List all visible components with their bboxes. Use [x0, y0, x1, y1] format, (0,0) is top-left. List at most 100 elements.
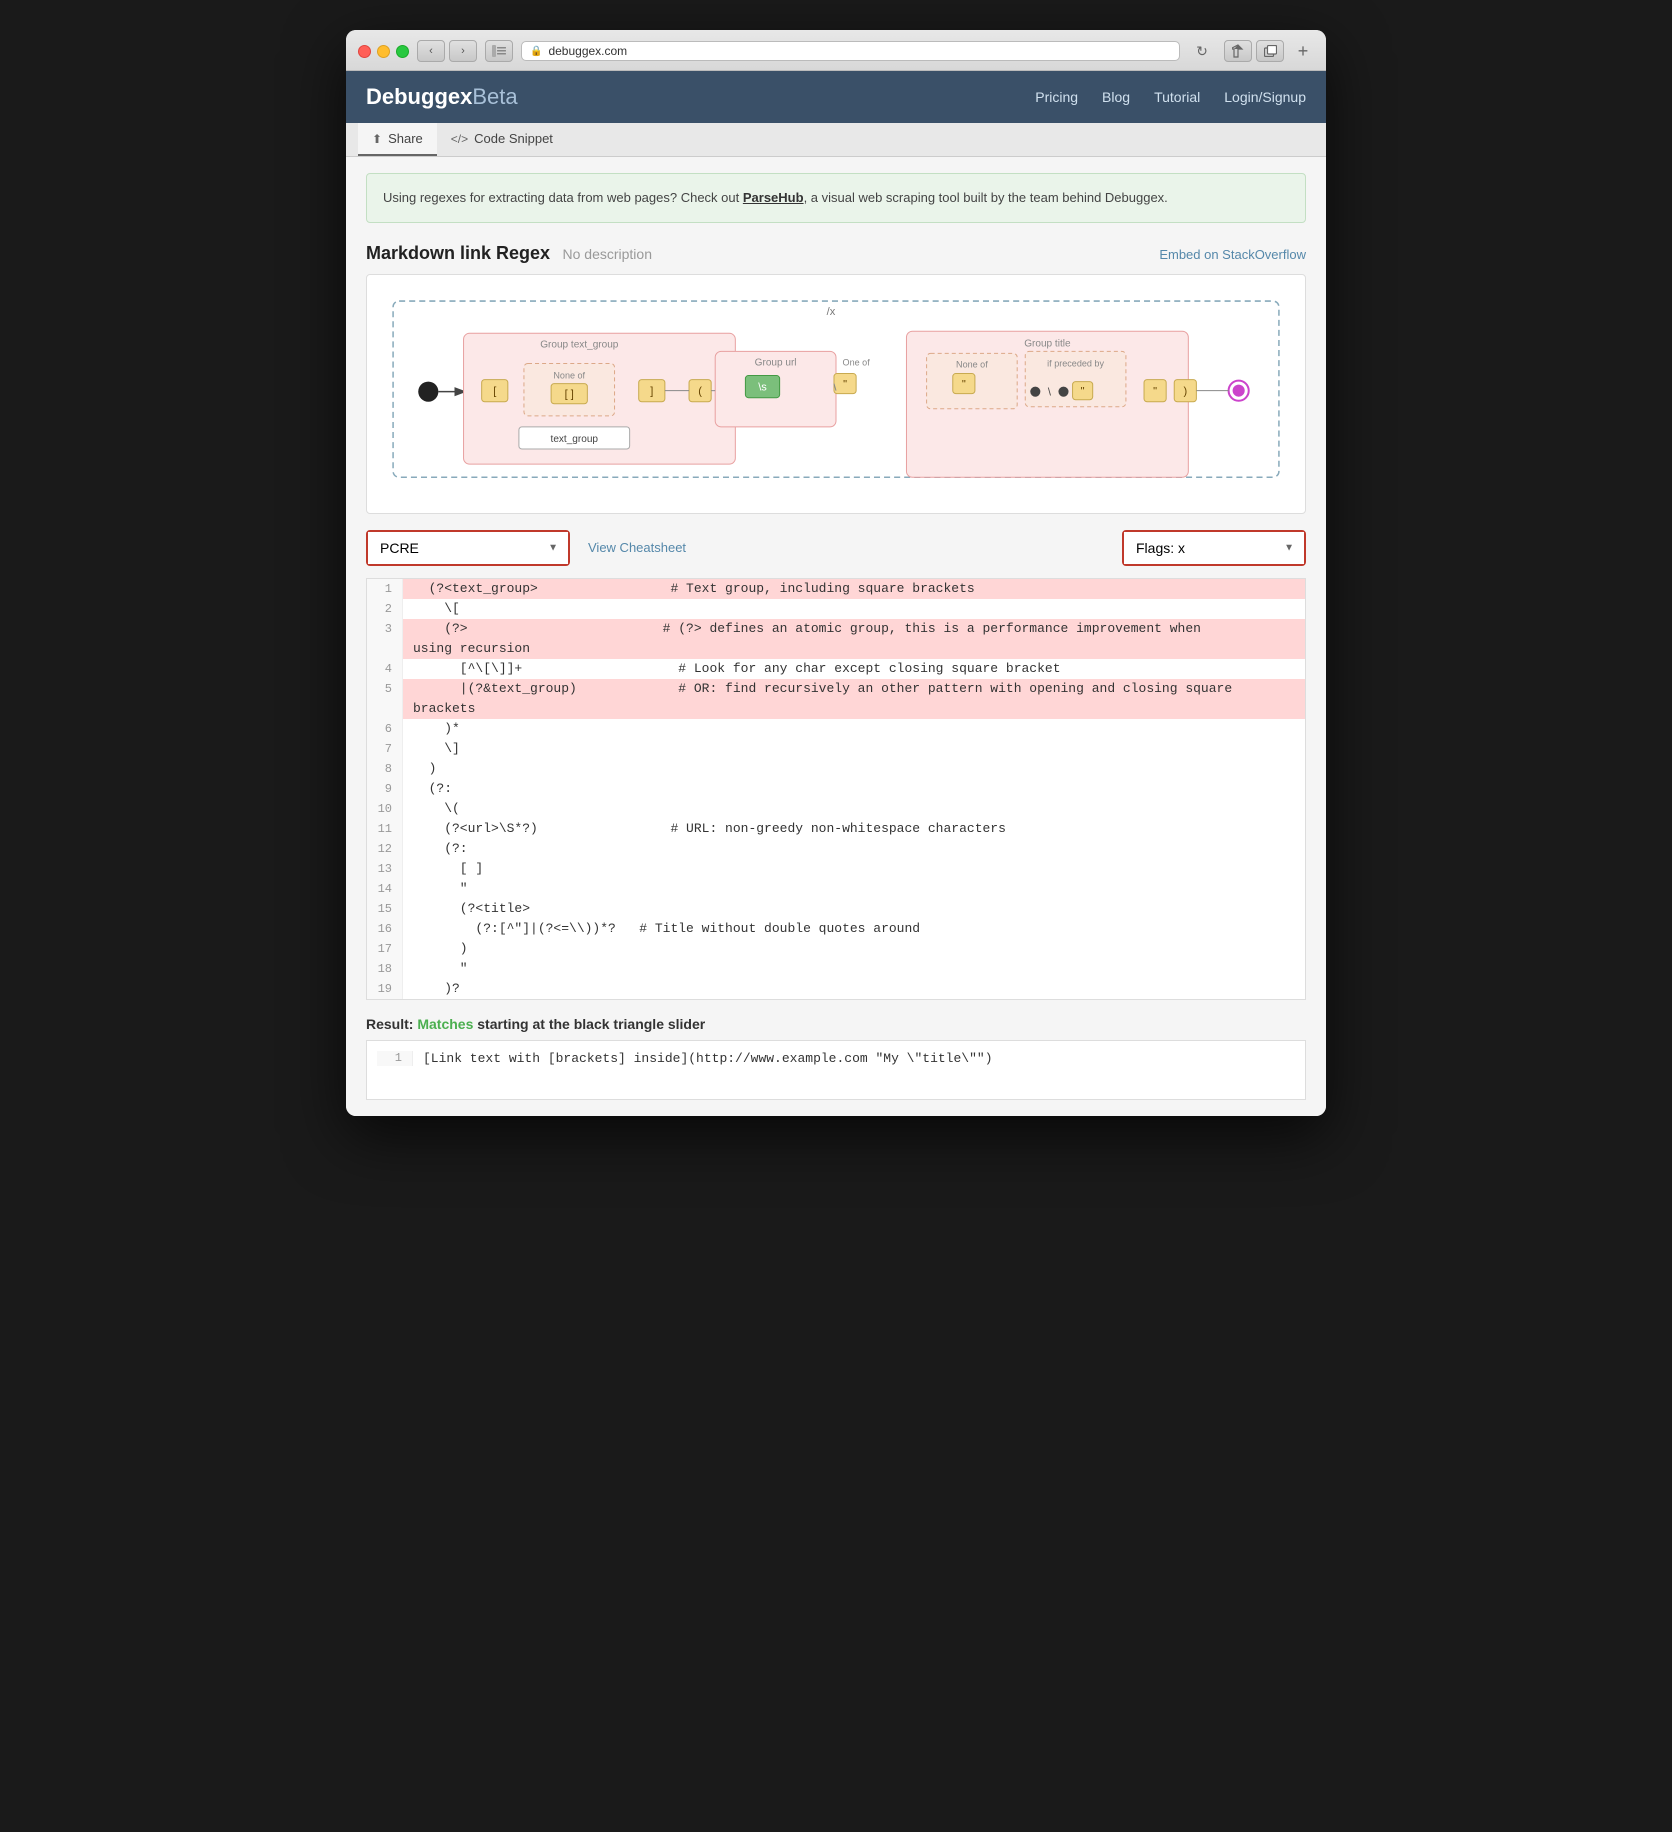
- svg-text:text_group: text_group: [551, 433, 599, 444]
- code-line: 8 ): [367, 759, 1305, 779]
- pcre-select-wrapper: PCRE JavaScript Python ▼: [366, 530, 570, 566]
- line-number: 2: [367, 599, 403, 619]
- line-number: 14: [367, 879, 403, 899]
- lock-icon: 🔒: [530, 46, 542, 57]
- close-button[interactable]: [358, 45, 371, 58]
- minimize-button[interactable]: [377, 45, 390, 58]
- line-number-blank: [367, 699, 403, 719]
- svg-text:": ": [962, 378, 966, 390]
- code-line: 15 (?<title>: [367, 899, 1305, 919]
- browser-chrome: ‹ › 🔒 debuggex.com ↻: [346, 30, 1326, 71]
- svg-text:[ ]: [ ]: [565, 388, 574, 400]
- regex-title: Markdown link Regex: [366, 243, 550, 263]
- line-content: (?<text_group> # Text group, including s…: [403, 579, 1305, 599]
- line-number: 12: [367, 839, 403, 859]
- line-content: [ ]: [403, 859, 1305, 879]
- new-tab-button[interactable]: +: [1292, 40, 1314, 62]
- code-line: 4 [^\[\]]+ # Look for any char except cl…: [367, 659, 1305, 679]
- code-line: 7 \]: [367, 739, 1305, 759]
- share-button[interactable]: [1224, 40, 1252, 62]
- svg-text:Group title: Group title: [1024, 338, 1071, 349]
- banner-text-before: Using regexes for extracting data from w…: [383, 190, 743, 205]
- svg-text:/x: /x: [827, 306, 836, 318]
- line-number: 16: [367, 919, 403, 939]
- banner-text-after: , a visual web scraping tool built by th…: [804, 190, 1168, 205]
- nav-blog[interactable]: Blog: [1102, 89, 1130, 105]
- share-tab-label: Share: [388, 131, 423, 146]
- parsehub-link[interactable]: ParseHub: [743, 190, 804, 205]
- nav-tutorial[interactable]: Tutorial: [1154, 89, 1200, 105]
- line-number: 10: [367, 799, 403, 819]
- nav-pricing[interactable]: Pricing: [1035, 89, 1078, 105]
- line-content: using recursion: [403, 639, 1305, 659]
- line-content: )*: [403, 719, 1305, 739]
- regex-title-row: Markdown link Regex No description Embed…: [366, 243, 1306, 264]
- code-line: 10 \(: [367, 799, 1305, 819]
- regex-description: No description: [563, 246, 653, 262]
- line-number: 7: [367, 739, 403, 759]
- svg-text:\s: \s: [758, 381, 767, 393]
- browser-window: ‹ › 🔒 debuggex.com ↻: [346, 30, 1326, 1116]
- new-window-button[interactable]: [1256, 40, 1284, 62]
- svg-text:Group url: Group url: [755, 357, 797, 368]
- logo-beta: Beta: [472, 84, 517, 109]
- forward-button[interactable]: ›: [449, 40, 477, 62]
- pcre-select[interactable]: PCRE JavaScript Python: [368, 532, 568, 564]
- line-content: )?: [403, 979, 1305, 999]
- line-content: ": [403, 879, 1305, 899]
- flags-select[interactable]: Flags: x Flags: i Flags: m Flags: g: [1124, 532, 1304, 564]
- app-logo: DebuggexBeta: [366, 84, 518, 110]
- code-line: 6 )*: [367, 719, 1305, 739]
- sidebar-toggle-button[interactable]: [485, 40, 513, 62]
- svg-text:if preceded by: if preceded by: [1047, 358, 1104, 368]
- tab-share[interactable]: ⬆ Share: [358, 123, 437, 156]
- line-number: 1: [367, 579, 403, 599]
- tab-code-snippet[interactable]: </> Code Snippet: [437, 123, 567, 156]
- line-number: 11: [367, 819, 403, 839]
- back-button[interactable]: ‹: [417, 40, 445, 62]
- browser-titlebar: ‹ › 🔒 debuggex.com ↻: [358, 40, 1314, 62]
- refresh-button[interactable]: ↻: [1188, 40, 1216, 62]
- embed-link[interactable]: Embed on StackOverflow: [1159, 247, 1306, 262]
- line-number: 5: [367, 679, 403, 699]
- cheatsheet-link[interactable]: View Cheatsheet: [588, 540, 686, 555]
- line-number: 15: [367, 899, 403, 919]
- svg-text:[: [: [493, 385, 496, 397]
- controls-row: PCRE JavaScript Python ▼ View Cheatsheet…: [366, 530, 1306, 566]
- code-line: 2 \[: [367, 599, 1305, 619]
- svg-text:]: ]: [650, 385, 653, 397]
- code-tab-label: Code Snippet: [474, 131, 553, 146]
- code-line: 12 (?:: [367, 839, 1305, 859]
- line-number: 6: [367, 719, 403, 739]
- url-text: debuggex.com: [548, 44, 627, 58]
- app-nav-links: Pricing Blog Tutorial Login/Signup: [1035, 89, 1306, 105]
- traffic-lights: [358, 45, 409, 58]
- maximize-button[interactable]: [396, 45, 409, 58]
- code-line: 13 [ ]: [367, 859, 1305, 879]
- line-number: 3: [367, 619, 403, 639]
- line-content: ": [403, 959, 1305, 979]
- line-number: 19: [367, 979, 403, 999]
- share-tab-icon: ⬆: [372, 132, 382, 146]
- matches-label: Matches: [417, 1016, 473, 1032]
- code-line: 14 ": [367, 879, 1305, 899]
- svg-text:": ": [1081, 385, 1085, 397]
- result-section: Result: Matches starting at the black tr…: [366, 1016, 1306, 1100]
- nav-login-signup[interactable]: Login/Signup: [1224, 89, 1306, 105]
- code-line: 1 (?<text_group> # Text group, including…: [367, 579, 1305, 599]
- line-number: 17: [367, 939, 403, 959]
- address-bar[interactable]: 🔒 debuggex.com: [521, 41, 1180, 61]
- line-content: (?<title>: [403, 899, 1305, 919]
- code-tab-icon: </>: [451, 132, 468, 146]
- result-text[interactable]: [Link text with [brackets] inside](http:…: [413, 1051, 993, 1066]
- banner: Using regexes for extracting data from w…: [366, 173, 1306, 223]
- svg-text:None of: None of: [553, 370, 585, 380]
- main-content: Using regexes for extracting data from w…: [346, 157, 1326, 1116]
- line-content: \(: [403, 799, 1305, 819]
- line-content: (?:[^"]|(?<=\\))*? # Title without doubl…: [403, 919, 1305, 939]
- regex-diagram: /x Group text_group [ None of [ ]: [383, 291, 1289, 492]
- line-content: (?:: [403, 779, 1305, 799]
- line-content: \[: [403, 599, 1305, 619]
- result-line: 1 [Link text with [brackets] inside](htt…: [377, 1051, 1295, 1066]
- line-content: ): [403, 939, 1305, 959]
